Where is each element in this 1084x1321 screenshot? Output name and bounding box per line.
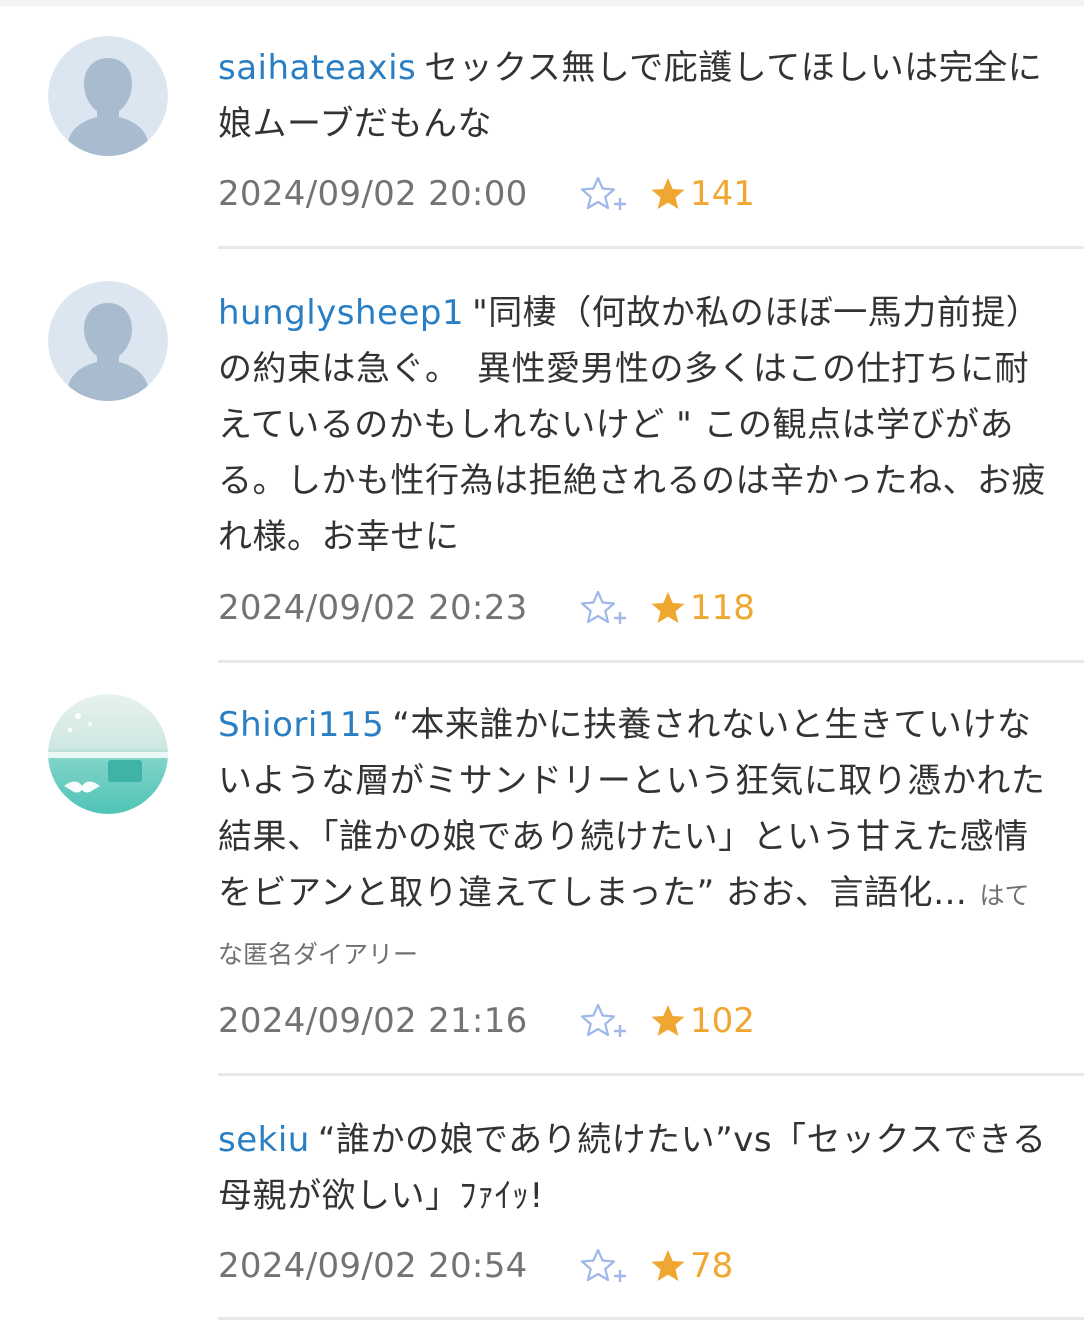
- star-count-value: 141: [690, 174, 755, 214]
- star-count-value: 102: [690, 1001, 755, 1041]
- comment-date[interactable]: 2024/09/02 20:00: [218, 174, 580, 214]
- star-count[interactable]: 141: [650, 174, 755, 214]
- username-link[interactable]: saihateaxis: [218, 48, 416, 88]
- user-avatar[interactable]: [48, 694, 168, 814]
- comment-date[interactable]: 2024/09/02 20:54: [218, 1246, 580, 1286]
- username-link[interactable]: Shiori115: [218, 705, 384, 745]
- user-avatar[interactable]: [48, 281, 168, 401]
- star-icon: [651, 1005, 685, 1036]
- add-star-button[interactable]: [580, 1246, 632, 1286]
- comment-divider: [218, 660, 1084, 663]
- star-icon: [651, 592, 685, 623]
- comment-date[interactable]: 2024/09/02 21:16: [218, 1001, 580, 1041]
- user-avatar[interactable]: [48, 1106, 168, 1226]
- add-star-icon: [580, 1248, 626, 1282]
- add-star-icon: [580, 1003, 626, 1037]
- comment-body: sekiu “誰かの娘であり続けたい”vs「セックスできる母親が欲しい」ﾌｧｲｯ!: [218, 1112, 1048, 1224]
- star-count-value: 78: [690, 1246, 734, 1286]
- comment-divider: [218, 1073, 1084, 1076]
- comment-body: saihateaxis セックス無しで庇護してほしいは完全に娘ムーブだもんな: [218, 40, 1048, 152]
- comment-date[interactable]: 2024/09/02 20:23: [218, 588, 580, 628]
- star-count[interactable]: 78: [650, 1246, 733, 1286]
- username-link[interactable]: hunglysheep1: [218, 293, 464, 333]
- photo-avatar-icon: [48, 694, 168, 814]
- add-star-button[interactable]: [580, 1001, 632, 1041]
- username-link[interactable]: sekiu: [218, 1120, 310, 1160]
- comment-divider: [218, 246, 1084, 249]
- star-icon: [651, 178, 685, 209]
- default-user-icon: [48, 36, 168, 156]
- add-star-icon: [580, 590, 626, 624]
- add-star-button[interactable]: [580, 588, 632, 628]
- comment-body: hunglysheep1 "同棲（何故か私のほぼ一馬力前提）の約束は急ぐ。 異性愛…: [218, 285, 1048, 565]
- default-user-icon: [48, 281, 168, 401]
- top-divider: [0, 0, 1084, 6]
- star-count[interactable]: 102: [650, 1001, 755, 1041]
- star-count[interactable]: 118: [650, 588, 755, 628]
- blank-avatar-icon: [48, 1106, 168, 1226]
- comment-divider: [218, 1317, 1084, 1320]
- comment-text: “誰かの娘であり続けたい”vs「セックスできる母親が欲しい」ﾌｧｲｯ!: [218, 1120, 1047, 1216]
- star-count-value: 118: [690, 588, 755, 628]
- comment-body: Shiori115 “本来誰かに扶養されないと生きていけないような層がミサンドリー…: [218, 697, 1048, 983]
- add-star-icon: [580, 176, 626, 210]
- star-icon: [651, 1250, 685, 1281]
- add-star-button[interactable]: [580, 174, 632, 214]
- user-avatar[interactable]: [48, 36, 168, 156]
